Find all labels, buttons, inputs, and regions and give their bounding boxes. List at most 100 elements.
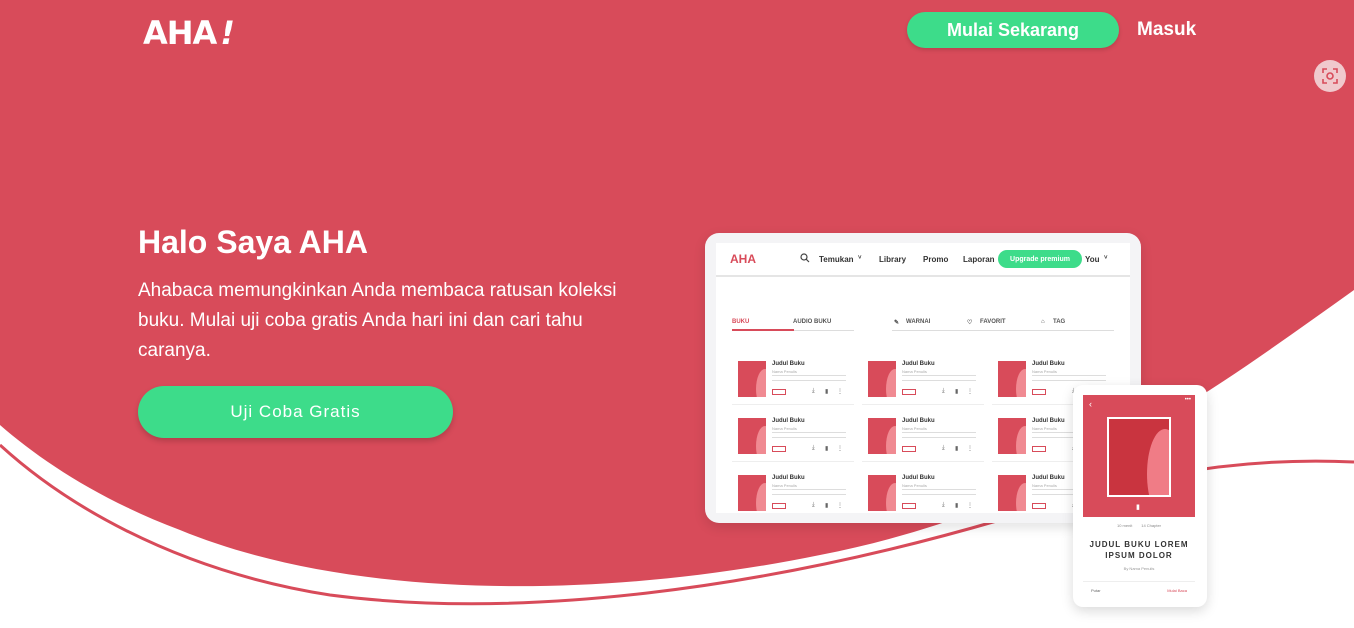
- tablet-book-author: Nama Penulis: [772, 426, 797, 431]
- tablet-book-author: Nama Penulis: [902, 369, 927, 374]
- phone-book-author: By Nama Penulis: [1123, 566, 1155, 571]
- tablet-book-title: Judul Buku: [772, 418, 805, 424]
- tablet-logo: AHA: [730, 252, 756, 266]
- tablet-book-author: Nama Penulis: [1032, 369, 1057, 374]
- tablet-book-title: Judul Buku: [772, 361, 805, 367]
- tablet-tab-tag: TAG: [1053, 319, 1066, 325]
- tablet-nav-promo: Promo: [923, 255, 949, 264]
- hero-description: Ahabaca memungkinkan Anda membaca ratusa…: [138, 280, 617, 361]
- capture-icon: [1322, 68, 1338, 84]
- tablet-book-cover: [738, 361, 766, 397]
- tablet-tab-warnai: WARNAI: [906, 319, 931, 325]
- download-icon: ⤓: [812, 388, 815, 394]
- download-icon: ⤓: [942, 445, 945, 451]
- phone-meta-chapters: 14 Chapter: [1141, 523, 1162, 528]
- tablet-nav-library: Library: [879, 255, 907, 264]
- tablet-tab-favorit: FAVORIT: [980, 319, 1006, 325]
- phone-mockup: ‹ ••• ▮ 10 menit 14 Chapter JUDUL BUKU L…: [1073, 385, 1207, 607]
- tablet-nav-laporan: Laporan: [963, 255, 995, 264]
- phone-play: Putar: [1091, 588, 1101, 593]
- tablet-book-card: Judul Buku Nama Penulis ⤓ ▮ ⋮: [862, 414, 984, 462]
- more-icon: ⋮: [837, 503, 843, 509]
- chevron-down-icon: ˅: [1104, 255, 1108, 261]
- tablet-upgrade-label: Upgrade premium: [1010, 255, 1070, 263]
- tablet-upgrade-button: Upgrade premium: [998, 250, 1082, 268]
- tablet-book-author: Nama Penulis: [902, 426, 927, 431]
- hero-title: Halo Saya AHA: [138, 224, 368, 260]
- heart-icon: ♡: [967, 320, 973, 326]
- bookmark-icon: ▮: [955, 503, 959, 509]
- aha-logo[interactable]: AHA!: [143, 14, 235, 52]
- tablet-book-author: Nama Penulis: [1032, 483, 1057, 488]
- tablet-book-card: Judul Buku Nama Penulis ⤓ ▮ ⋮: [732, 414, 854, 462]
- tablet-book-title: Judul Buku: [1032, 418, 1065, 424]
- phone-book-cover: [1107, 417, 1171, 497]
- start-button[interactable]: Mulai Sekarang: [907, 12, 1119, 48]
- start-button-label: Mulai Sekarang: [946, 19, 1080, 40]
- bookmark-icon: ▮: [955, 446, 959, 452]
- tablet-book-title: Judul Buku: [1032, 361, 1065, 367]
- phone-start-reading: Mulai Baca: [1167, 588, 1187, 593]
- tablet-book-card: Judul Buku Nama Penulis ⤓ ▮ ⋮: [732, 471, 854, 513]
- bookmark-icon: ▮: [825, 389, 829, 395]
- chevron-down-icon: ˅: [858, 255, 862, 261]
- tablet-book-cover: [868, 418, 896, 454]
- download-icon: ⤓: [942, 388, 945, 394]
- free-trial-label: Uji Coba Gratis: [230, 402, 361, 421]
- tablet-book-title: Judul Buku: [772, 475, 805, 481]
- tablet-book-desc-lines: [772, 375, 846, 381]
- tablet-book-cover: [738, 418, 766, 454]
- tablet-book-desc-lines: [902, 489, 976, 495]
- tablet-filter-underline: [892, 330, 1114, 331]
- screen-capture-button[interactable]: [1314, 60, 1346, 92]
- tablet-book-badge: [902, 503, 916, 509]
- tablet-book-badge: [902, 389, 916, 395]
- free-trial-button[interactable]: Uji Coba Gratis: [138, 386, 453, 438]
- phone-book-meta: 10 menit 14 Chapter: [1083, 523, 1195, 528]
- tablet-book-author: Nama Penulis: [1032, 426, 1057, 431]
- tablet-user-menu: You: [1085, 255, 1100, 264]
- phone-footer: Putar Mulai Baca: [1083, 581, 1195, 593]
- tablet-book-badge: [1032, 389, 1046, 395]
- download-icon: ⤓: [812, 502, 815, 508]
- bookmark-icon: ▮: [1136, 504, 1140, 511]
- tablet-book-desc-lines: [902, 432, 976, 438]
- pencil-icon: ✎: [894, 320, 900, 326]
- more-icon: •••: [1184, 397, 1191, 403]
- more-icon: ⋮: [967, 446, 973, 452]
- tablet-book-cover: [998, 418, 1026, 454]
- tablet-book-badge: [902, 446, 916, 452]
- back-icon: ‹: [1089, 399, 1092, 409]
- tag-icon: ⌂: [1041, 319, 1045, 325]
- tablet-book-author: Nama Penulis: [772, 483, 797, 488]
- more-icon: ⋮: [967, 389, 973, 395]
- tablet-book-badge: [1032, 503, 1046, 509]
- phone-book-title: JUDUL BUKU LOREM IPSUM DOLOR: [1089, 540, 1189, 560]
- tablet-book-author: Nama Penulis: [902, 483, 927, 488]
- tablet-book-cover: [998, 361, 1026, 397]
- tablet-book-desc-lines: [772, 432, 846, 438]
- tablet-screen: AHA Temukan ˅ Library Promo Laporan Upgr…: [716, 243, 1130, 513]
- tablet-book-card: Judul Buku Nama Penulis ⤓ ▮ ⋮: [732, 357, 854, 405]
- logo-bang: !: [220, 14, 235, 52]
- tablet-book-cover: [868, 475, 896, 511]
- bookmark-icon: ▮: [825, 446, 829, 452]
- tablet-book-cover: [868, 361, 896, 397]
- tablet-book-title: Judul Buku: [902, 418, 935, 424]
- phone-meta-duration: 10 menit: [1116, 523, 1133, 528]
- bookmark-icon: ▮: [825, 503, 829, 509]
- tablet-book-badge: [772, 446, 786, 452]
- tablet-tab-active-indicator: [732, 329, 794, 331]
- tablet-book-desc-lines: [772, 489, 846, 495]
- tablet-navbar: AHA Temukan ˅ Library Promo Laporan Upgr…: [716, 243, 1130, 277]
- download-icon: ⤓: [942, 502, 945, 508]
- more-icon: ⋮: [837, 389, 843, 395]
- tablet-book-card: Judul Buku Nama Penulis ⤓ ▮ ⋮: [862, 357, 984, 405]
- login-link[interactable]: Masuk: [1137, 19, 1196, 41]
- tablet-book-badge: [772, 389, 786, 395]
- tablet-book-title: Judul Buku: [902, 361, 935, 367]
- more-icon: ⋮: [837, 446, 843, 452]
- tablet-book-desc-lines: [1032, 375, 1106, 381]
- tablet-book-card: Judul Buku Nama Penulis ⤓ ▮ ⋮: [862, 471, 984, 513]
- bookmark-icon: ▮: [955, 389, 959, 395]
